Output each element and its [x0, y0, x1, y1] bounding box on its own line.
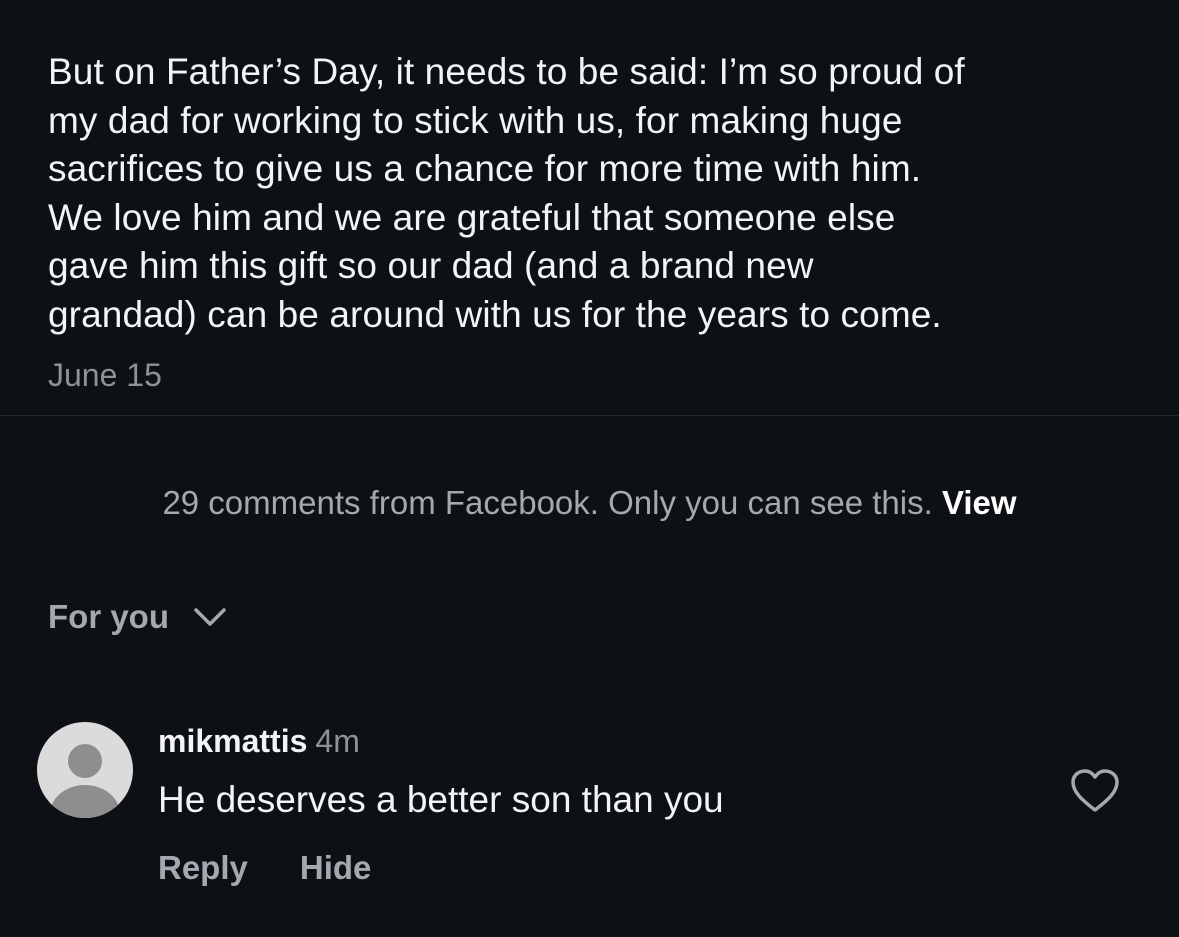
caption-line: We love him and we are grateful that som… — [48, 196, 896, 238]
comment-text: He deserves a better son than you — [158, 779, 724, 820]
comment-actions: Reply Hide — [158, 849, 371, 887]
comments-sort-label: For you — [48, 598, 169, 635]
chevron-down-icon — [193, 606, 227, 628]
divider — [0, 415, 1179, 416]
heart-outline-icon[interactable] — [1070, 768, 1120, 814]
default-avatar-icon[interactable] — [37, 722, 133, 818]
comment-timestamp: 4m — [315, 723, 360, 759]
post-date: June 15 — [48, 357, 162, 393]
post-caption: But on Father’s Day, it needs to be said… — [48, 48, 1138, 339]
reply-button[interactable]: Reply — [158, 849, 248, 887]
caption-line: grandad) can be around with us for the y… — [48, 293, 942, 335]
caption-line: But on Father’s Day, it needs to be said… — [48, 51, 965, 92]
caption-line: sacrifices to give us a chance for more … — [48, 148, 922, 189]
facebook-comments-notice: 29 comments from Facebook. Only you can … — [0, 484, 1179, 522]
caption-line: my dad for working to stick with us, for… — [48, 99, 903, 141]
facebook-notice-text: 29 comments from Facebook. Only you can … — [162, 484, 933, 521]
caption-line: gave him this gift so our dad (and a bra… — [48, 245, 814, 286]
hide-button[interactable]: Hide — [300, 849, 372, 887]
comment-username[interactable]: mikmattis — [158, 723, 307, 759]
comments-sort-dropdown[interactable]: For you — [48, 598, 227, 636]
comment-header: mikmattis 4m — [158, 723, 360, 760]
view-facebook-comments-link[interactable]: View — [942, 484, 1017, 521]
